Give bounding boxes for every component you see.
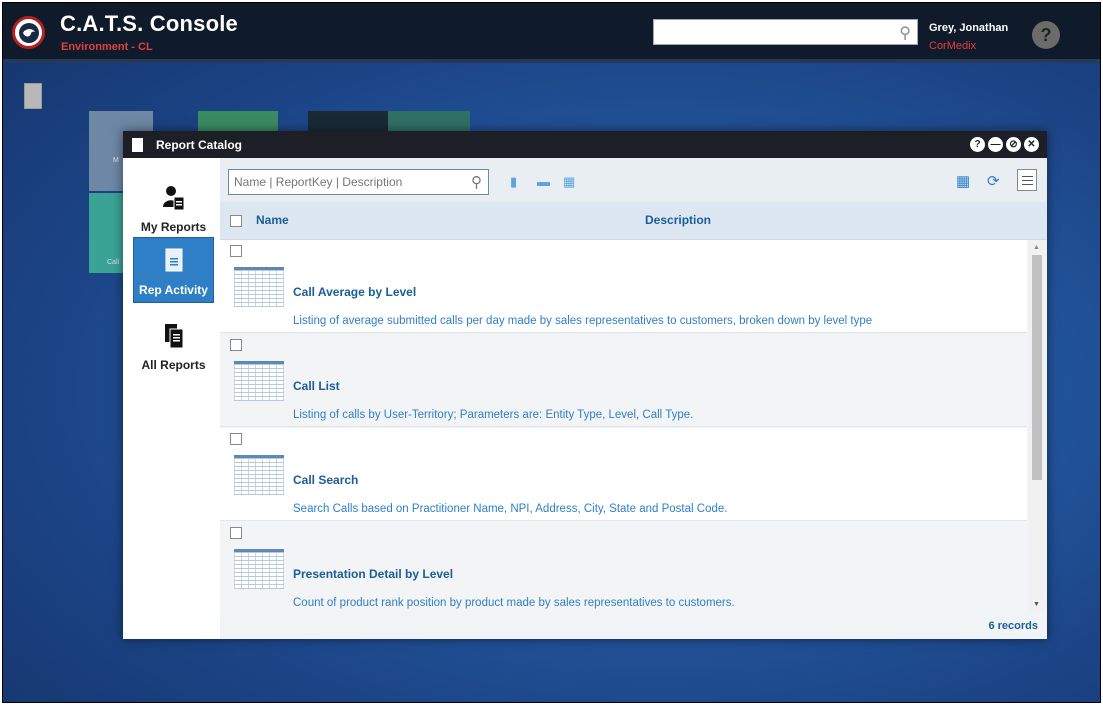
app-title: C.A.T.S. Console [60, 11, 238, 36]
nav-label: All Reports [141, 358, 206, 372]
report-description: Listing of calls by User-Territory; Para… [293, 409, 694, 421]
tile-label: M [113, 157, 119, 164]
row-checkbox[interactable] [230, 245, 242, 257]
help-button[interactable]: ? [1032, 21, 1060, 49]
trash-icon[interactable]: ▦ [563, 174, 575, 190]
row-checkbox[interactable] [230, 339, 242, 351]
report-catalog-dialog: Report Catalog ? — ⊘ ✕ My Reports Rep Ac… [123, 131, 1047, 639]
desktop-frame: C.A.T.S. Console Environment - CL ⚲ Grey… [2, 2, 1101, 703]
table-row[interactable]: Call List Listing of calls by User-Terri… [220, 334, 1027, 427]
scroll-down-icon[interactable]: ▼ [1033, 601, 1040, 608]
select-all-checkbox[interactable] [230, 215, 242, 227]
search-icon[interactable]: ⚲ [471, 173, 482, 191]
report-search-input[interactable] [229, 170, 459, 194]
report-toolbar: ⚲ ▮ ▬ ▦ ▦ ⟳ [220, 158, 1047, 202]
report-thumbnail[interactable] [234, 455, 284, 495]
document-list-icon [165, 248, 183, 277]
report-name[interactable]: Call Search [293, 473, 358, 487]
column-header-description[interactable]: Description [645, 213, 711, 227]
nav-item-all-reports[interactable]: All Reports [133, 313, 214, 379]
nav-item-rep-activity[interactable]: Rep Activity [133, 237, 214, 303]
table-header: Name Description [220, 202, 1047, 240]
minimize-icon[interactable]: — [988, 137, 1003, 152]
tile-label: Call [107, 259, 120, 266]
user-organization: CorMedix [929, 40, 977, 52]
report-thumbnail[interactable] [234, 549, 284, 589]
menu-icon[interactable] [1017, 169, 1037, 191]
new-report-icon[interactable]: ▮ [510, 174, 517, 190]
column-header-name[interactable]: Name [256, 213, 289, 227]
dialog-header[interactable]: Report Catalog ? — ⊘ ✕ [123, 131, 1047, 158]
table-row[interactable]: Presentation Detail by Level Count of pr… [220, 522, 1027, 612]
scroll-up-icon[interactable]: ▲ [1033, 244, 1040, 251]
report-description: Listing of average submitted calls per d… [293, 315, 873, 327]
global-search-input[interactable]: ⚲ [653, 19, 918, 45]
report-description: Search Calls based on Practitioner Name,… [293, 503, 728, 515]
table-row[interactable]: Call Average by Level Listing of average… [220, 240, 1027, 333]
record-count: 6 records [988, 620, 1038, 632]
dialog-controls: ? — ⊘ ✕ [970, 137, 1039, 152]
nav-label: Rep Activity [139, 283, 208, 297]
dialog-title: Report Catalog [156, 138, 243, 152]
restore-icon[interactable]: ⊘ [1006, 137, 1021, 152]
report-name[interactable]: Presentation Detail by Level [293, 567, 453, 581]
user-report-icon [162, 185, 185, 216]
report-name[interactable]: Call List [293, 379, 340, 393]
report-description: Count of product rank position by produc… [293, 597, 735, 609]
report-thumbnail[interactable] [234, 267, 284, 307]
app-logo [12, 16, 45, 49]
report-name[interactable]: Call Average by Level [293, 285, 416, 299]
grid-settings-icon[interactable]: ▦ [956, 172, 970, 190]
nav-label: My Reports [140, 220, 207, 234]
report-list-panel: ⚲ ▮ ▬ ▦ ▦ ⟳ Name Description Call Averag… [220, 158, 1047, 639]
refresh-icon[interactable]: ⟳ [987, 172, 1000, 190]
row-checkbox[interactable] [230, 527, 242, 539]
document-icon[interactable] [24, 83, 42, 109]
background-tile[interactable]: Call [89, 193, 123, 273]
search-icon[interactable]: ⚲ [899, 23, 911, 43]
close-icon[interactable]: ✕ [1024, 137, 1039, 152]
vertical-scrollbar[interactable]: ▲ ▼ [1029, 240, 1045, 612]
report-icon [132, 138, 143, 152]
environment-label: Environment - CL [61, 41, 153, 53]
nav-item-my-reports[interactable]: My Reports [133, 175, 214, 241]
report-rows: Call Average by Level Listing of average… [220, 240, 1027, 612]
report-thumbnail[interactable] [234, 361, 284, 401]
help-icon[interactable]: ? [970, 137, 985, 152]
folder-icon[interactable]: ▬ [537, 174, 550, 189]
report-category-nav: My Reports Rep Activity All Reports [123, 158, 220, 639]
user-name[interactable]: Grey, Jonathan [929, 22, 1008, 34]
scrollbar-thumb[interactable] [1032, 255, 1042, 480]
stacked-reports-icon [164, 323, 184, 354]
cougar-logo-icon [18, 22, 39, 43]
row-checkbox[interactable] [230, 433, 242, 445]
table-row[interactable]: Call Search Search Calls based on Practi… [220, 428, 1027, 521]
top-header: C.A.T.S. Console Environment - CL ⚲ Grey… [3, 3, 1100, 63]
report-search-field[interactable]: ⚲ [228, 169, 489, 195]
